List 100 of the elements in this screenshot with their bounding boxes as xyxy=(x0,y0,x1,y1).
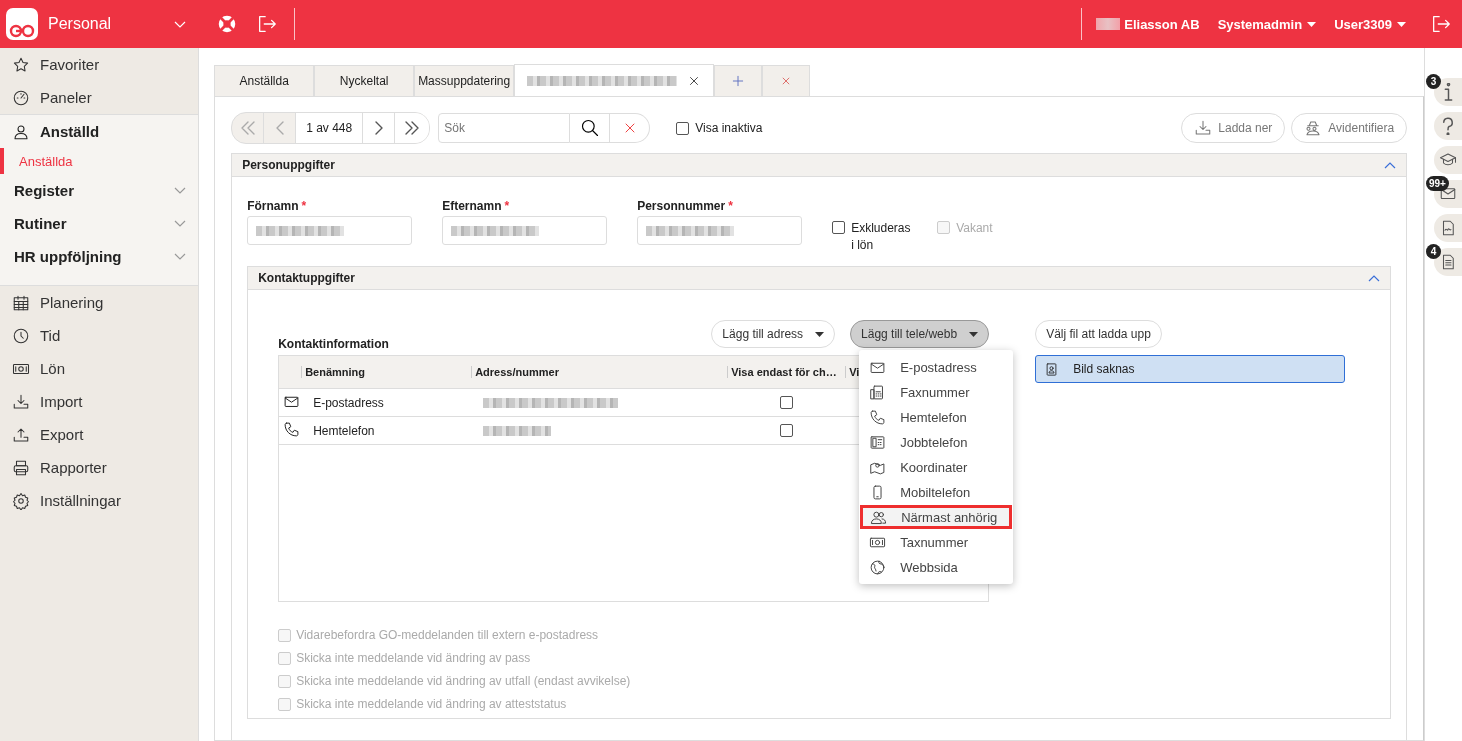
column-header[interactable]: Adress/nummer xyxy=(471,366,728,378)
desk-phone-icon xyxy=(869,433,887,451)
sidebar-group[interactable]: Register xyxy=(0,174,199,207)
download-tray-icon xyxy=(12,392,30,411)
printer-icon xyxy=(12,458,30,477)
tab[interactable]: Anställda xyxy=(214,65,315,96)
caret-icon xyxy=(969,331,979,337)
sidebar-subitem[interactable]: Anställda xyxy=(0,148,199,174)
count-badge: 99+ xyxy=(1426,176,1449,191)
section-title: Personuppgifter xyxy=(242,158,335,172)
checkbox-label: Skicka inte meddelande vid ändring av pass xyxy=(296,651,531,665)
menu-item[interactable]: Jobbtelefon xyxy=(859,430,1014,454)
section-title: Kontaktuppgifter xyxy=(258,271,355,285)
checkbox-label: Skicka inte meddelande vid ändring av utfall (endast avvikelse) xyxy=(296,674,631,688)
checkbox-label: Skicka inte meddelande vid ändring av atteststatus xyxy=(296,697,567,711)
redacted-logo xyxy=(1096,18,1121,30)
chevron-down-icon xyxy=(174,20,186,28)
side-panel-button[interactable] xyxy=(1434,214,1462,242)
menu-item[interactable]: Närmast anhörig xyxy=(860,505,1013,529)
sidebar-item[interactable]: Paneler xyxy=(0,81,199,114)
sidebar-group[interactable]: HR uppföljning xyxy=(0,240,199,273)
tab[interactable]: Nyckeltal xyxy=(314,65,415,96)
input-field[interactable] xyxy=(637,216,803,245)
download-tray-icon xyxy=(1194,119,1213,137)
upload-button[interactable]: Välj fil att ladda upp xyxy=(1035,320,1162,348)
user-icon xyxy=(12,122,30,141)
gear-icon xyxy=(12,491,30,510)
checkbox-label: Vakant xyxy=(956,220,993,237)
user-menu[interactable]: User3309 xyxy=(1334,16,1406,32)
sign-out-icon xyxy=(1430,13,1452,35)
sidebar-item[interactable]: Rapporter xyxy=(0,451,199,484)
column-header[interactable]: Benämning xyxy=(301,366,472,378)
sidebar-item[interactable]: Lön xyxy=(0,352,199,385)
sidebar-item[interactable]: Export xyxy=(0,418,199,451)
sidebar-group[interactable]: Rutiner xyxy=(0,207,199,240)
download-button[interactable]: Ladda ner xyxy=(1181,113,1286,143)
spy-icon xyxy=(1304,119,1323,137)
input-field[interactable] xyxy=(247,216,413,245)
anonymize-button[interactable]: Avidentifiera xyxy=(1291,113,1408,143)
menu-item[interactable]: Koordinater xyxy=(859,455,1014,479)
last-page-button[interactable] xyxy=(395,113,430,143)
info-icon xyxy=(1443,83,1453,101)
chevron-icon xyxy=(1368,275,1381,282)
count-badge: 3 xyxy=(1426,74,1441,89)
chevron-icon xyxy=(174,253,187,260)
image-status[interactable]: Bild saknas xyxy=(1035,355,1346,383)
side-panel-button[interactable] xyxy=(1434,112,1462,140)
role-menu[interactable]: Systemadmin xyxy=(1217,16,1317,32)
page-counter: 1 av 448 xyxy=(296,113,364,143)
go-logo[interactable] xyxy=(6,8,38,40)
menu-item[interactable]: Taxnummer xyxy=(859,530,1014,554)
sidebar-item[interactable]: Favoriter xyxy=(0,48,199,81)
clock-icon xyxy=(12,326,30,345)
search-icon xyxy=(579,118,600,138)
menu-item[interactable]: Mobiltelefon xyxy=(859,480,1014,504)
app-name[interactable]: Personal xyxy=(48,15,164,33)
side-panel-button[interactable] xyxy=(1434,78,1462,106)
add-phone-dropdown[interactable]: Lägg till tele/webb xyxy=(850,320,990,348)
search-button[interactable] xyxy=(570,113,611,143)
table-cell-text: E-postadress xyxy=(312,395,385,410)
field-label: Personnummer * xyxy=(637,199,734,213)
search-field[interactable]: Sök xyxy=(438,113,571,143)
caret-icon xyxy=(1397,21,1406,27)
column-header[interactable]: Visa endast för ch… xyxy=(727,366,846,378)
sidebar-item[interactable]: Import xyxy=(0,385,199,418)
checkbox[interactable] xyxy=(779,424,793,437)
checkbox[interactable] xyxy=(676,121,690,135)
sidebar-item[interactable]: Inställningar xyxy=(0,484,199,517)
menu-item[interactable]: Hemtelefon xyxy=(859,405,1014,429)
gauge-icon xyxy=(12,88,30,107)
add-address-dropdown[interactable]: Lägg till adress xyxy=(711,320,836,348)
table-title: Kontaktinformation xyxy=(278,337,389,351)
menu-item[interactable]: Webbsida xyxy=(859,555,1014,579)
company-name: Eliasson AB xyxy=(1124,16,1200,32)
chevron-icon xyxy=(1384,162,1397,169)
chevron-right-icon xyxy=(374,121,383,135)
table-cell-text: Hemtelefon xyxy=(312,423,376,438)
double-chevron-left-icon xyxy=(240,121,255,135)
checkbox-label: Visa inaktiva xyxy=(695,121,763,135)
caret-icon xyxy=(1307,21,1317,27)
phone-icon xyxy=(283,420,301,438)
menu-item[interactable]: Faxnummer xyxy=(859,380,1014,404)
sidebar-item[interactable]: Tid xyxy=(0,319,199,352)
menu-item[interactable]: E-postadress xyxy=(859,355,1014,379)
input-field[interactable] xyxy=(442,216,608,245)
caret-icon xyxy=(815,331,825,337)
help-icon xyxy=(1442,117,1454,135)
double-chevron-right-icon xyxy=(405,121,420,135)
id-card-icon xyxy=(1044,361,1060,377)
sign-out-icon xyxy=(256,13,278,35)
checkbox[interactable] xyxy=(779,396,793,409)
count-badge: 4 xyxy=(1426,244,1441,259)
globe-icon xyxy=(869,558,887,576)
sidebar-item[interactable]: Planering xyxy=(0,286,199,319)
tab[interactable]: Massuppdatering xyxy=(414,65,515,96)
checkbox[interactable] xyxy=(832,221,846,234)
field-label: Förnamn * xyxy=(247,199,308,213)
lifebuoy-icon xyxy=(216,13,238,35)
sidebar-section[interactable]: Anställd xyxy=(40,123,100,140)
checkbox-label: Vidarebefordra GO-meddelanden till extern e-postadress xyxy=(296,628,599,642)
